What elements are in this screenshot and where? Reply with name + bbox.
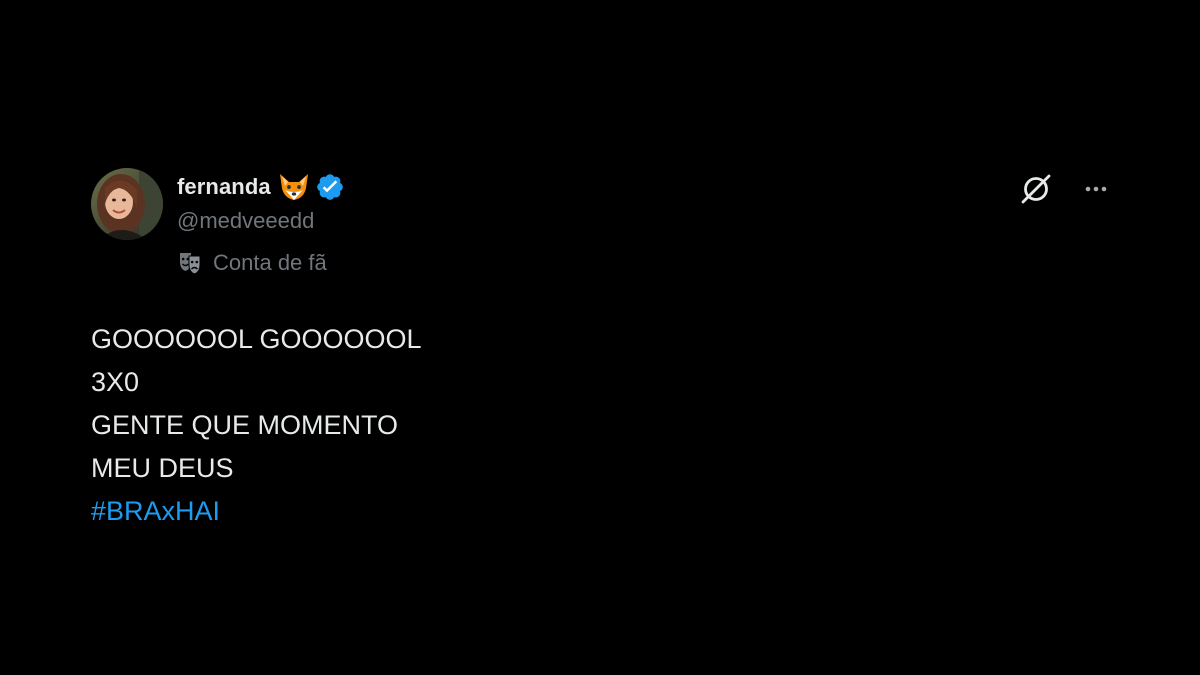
account-label[interactable]: Conta de fã [177, 248, 345, 278]
tweet-header: fernanda @medveeedd Conta de fã [91, 168, 1111, 288]
tweet-line: GENTE QUE MOMENTO [91, 410, 399, 440]
avatar[interactable] [91, 168, 163, 240]
name-row: fernanda [177, 170, 345, 204]
tweet-text: GOOOOOOL GOOOOOOL 3X0 GENTE QUE MOMENTO … [91, 318, 1111, 533]
handle[interactable]: @medveeedd [177, 206, 345, 236]
account-label-text: Conta de fã [213, 250, 327, 275]
author-info: fernanda @medveeedd Conta de fã [177, 170, 345, 278]
verified-badge-icon[interactable] [315, 172, 345, 202]
tweet-actions [1019, 172, 1111, 206]
theater-masks-icon [177, 250, 203, 276]
tweet-line: GOOOOOOL GOOOOOOL [91, 324, 422, 354]
avatar-image [91, 168, 163, 240]
more-horizontal-icon[interactable] [1081, 174, 1111, 204]
tweet-line: 3X0 [91, 367, 140, 397]
display-name[interactable]: fernanda [177, 174, 271, 200]
hashtag-link[interactable]: #BRAxHAI [91, 490, 220, 533]
grok-icon[interactable] [1019, 172, 1053, 206]
tweet: fernanda @medveeedd Conta de fã GOOOOOOL… [91, 168, 1111, 533]
fox-face-icon [277, 172, 311, 202]
tweet-line: MEU DEUS [91, 453, 234, 483]
